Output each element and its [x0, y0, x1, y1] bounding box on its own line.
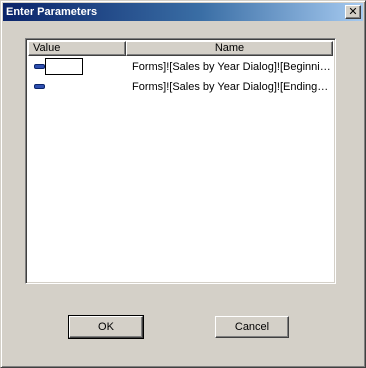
column-header-name[interactable]: Name — [126, 41, 333, 56]
parameter-icon — [34, 64, 45, 69]
enter-parameters-dialog: Enter Parameters ✕ Value Name Forms]![Sa… — [0, 0, 366, 368]
parameters-list: Value Name Forms]![Sales by Year Dialog]… — [25, 38, 336, 284]
close-icon: ✕ — [348, 5, 358, 18]
list-header: Value Name — [28, 41, 333, 56]
parameter-name: Forms]![Sales by Year Dialog]![Beginning… — [132, 61, 331, 73]
column-header-value[interactable]: Value — [28, 41, 126, 56]
dialog-title: Enter Parameters — [6, 6, 98, 18]
close-button[interactable]: ✕ — [345, 5, 361, 19]
title-bar[interactable]: Enter Parameters ✕ — [3, 3, 363, 21]
parameter-row[interactable]: Forms]![Sales by Year Dialog]![Beginning… — [28, 58, 333, 76]
parameter-name: Forms]![Sales by Year Dialog]![Ending Da… — [132, 81, 331, 93]
parameter-row[interactable]: Forms]![Sales by Year Dialog]![Ending Da… — [28, 78, 333, 96]
ok-button[interactable]: OK — [68, 315, 144, 339]
parameter-icon — [34, 84, 45, 89]
parameter-value-input[interactable] — [45, 58, 83, 75]
cancel-button[interactable]: Cancel — [215, 316, 289, 338]
